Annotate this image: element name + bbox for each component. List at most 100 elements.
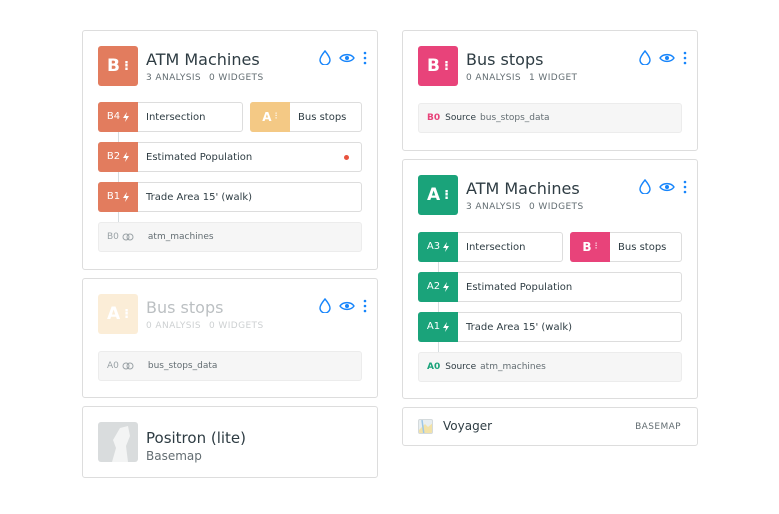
lightning-icon xyxy=(123,191,130,202)
basemap-title[interactable]: Positron (lite) xyxy=(146,429,246,447)
layer-card-bus-stops-left[interactable]: A ⁝ Bus stops 0 ANALYSIS 0 WIDGETS A0 bus_… xyxy=(82,278,378,398)
layer-card-atm-machines-left[interactable]: B ⁝ ATM Machines 3 ANALYSIS 0 WIDGETS B4 I… xyxy=(82,30,378,270)
layer-title[interactable]: Bus stops xyxy=(146,298,223,317)
node-id: A2 xyxy=(426,281,441,292)
source-node[interactable]: A0 Source atm_machines xyxy=(418,352,682,382)
source-id-wrap: B0 xyxy=(107,232,134,242)
analysis-node-estimated-population[interactable]: B2 Estimated Population xyxy=(98,141,362,172)
analysis-node-intersection[interactable]: B4 Intersection xyxy=(98,101,243,132)
layer-title[interactable]: ATM Machines xyxy=(466,179,580,198)
layer-badge[interactable]: A ⁝ xyxy=(98,294,138,334)
analysis-node-ref-bus-stops[interactable]: A ⁝ Bus stops xyxy=(250,101,362,132)
analysis-count: 3 ANALYSIS xyxy=(146,73,202,83)
node-label: Intersection xyxy=(466,241,526,253)
visibility-eye-icon[interactable] xyxy=(339,53,355,63)
layer-letter: B xyxy=(107,56,121,76)
source-id: A0 xyxy=(107,361,119,371)
source-node[interactable]: B0 Source bus_stops_data xyxy=(418,103,682,133)
widgets-count: 1 WIDGET xyxy=(529,73,578,83)
style-drop-icon[interactable] xyxy=(319,298,331,313)
analysis-count: 3 ANALYSIS xyxy=(466,202,522,212)
layer-badge[interactable]: B ⁝ xyxy=(98,46,138,86)
basemap-subtitle: Basemap xyxy=(146,449,202,463)
layer-title[interactable]: ATM Machines xyxy=(146,50,260,69)
analysis-node-intersection[interactable]: A3 Intersection xyxy=(418,231,563,262)
analysis-node-ref-bus-stops[interactable]: B ⁝ Bus stops xyxy=(570,231,682,262)
node-tag: A3 xyxy=(418,231,458,262)
dots-icon: ⁝ xyxy=(274,111,278,122)
source-node[interactable]: A0 bus_stops_data xyxy=(98,351,362,381)
node-label: Bus stops xyxy=(618,241,667,253)
basemap-card-left[interactable]: Positron (lite) Basemap xyxy=(82,406,378,478)
source-keyword: Source xyxy=(445,113,477,123)
visibility-eye-icon[interactable] xyxy=(659,182,675,192)
more-options-icon[interactable] xyxy=(683,51,687,65)
node-tag: B2 xyxy=(98,141,138,172)
layer-card-bus-stops-right[interactable]: B ⁝ Bus stops 0 ANALYSIS 1 WIDGET B0 Sourc… xyxy=(402,30,698,151)
source-name: bus_stops_data xyxy=(480,113,550,123)
analysis-count: 0 ANALYSIS xyxy=(146,321,202,331)
node-id: A3 xyxy=(426,241,441,252)
source-id: A0 xyxy=(427,362,441,372)
style-drop-icon[interactable] xyxy=(639,50,651,65)
dots-icon: ⁝ xyxy=(124,58,129,74)
basemap-title[interactable]: Voyager xyxy=(443,419,492,433)
node-id: B1 xyxy=(106,191,121,202)
node-tag: A ⁝ xyxy=(250,101,290,132)
lightning-icon xyxy=(123,151,130,162)
layer-card-atm-machines-right[interactable]: A ⁝ ATM Machines 3 ANALYSIS 0 WIDGETS A3 I… xyxy=(402,159,698,399)
ref-letter: B xyxy=(582,239,592,254)
source-node[interactable]: B0 atm_machines xyxy=(98,222,362,252)
layer-meta: 0 ANALYSIS 1 WIDGET xyxy=(466,73,577,83)
node-label: Intersection xyxy=(146,111,206,123)
widgets-count: 0 WIDGETS xyxy=(209,321,264,331)
node-label: Estimated Population xyxy=(146,151,253,163)
node-tag: B4 xyxy=(98,101,138,132)
node-label: Estimated Population xyxy=(466,281,573,293)
basemap-thumbnail-icon xyxy=(98,422,138,462)
layer-letter: A xyxy=(106,304,122,324)
more-options-icon[interactable] xyxy=(363,299,367,313)
layer-letter: A xyxy=(426,185,442,205)
lightning-icon xyxy=(443,241,450,252)
dots-icon: ⁝ xyxy=(444,187,450,203)
node-tag: A2 xyxy=(418,271,458,302)
analysis-node-estimated-population[interactable]: A2 Estimated Population xyxy=(418,271,682,302)
visibility-eye-icon[interactable] xyxy=(339,301,355,311)
node-label: Trade Area 15' (walk) xyxy=(466,321,573,333)
lightning-icon xyxy=(443,321,450,332)
node-tag: B ⁝ xyxy=(570,231,610,262)
style-drop-icon[interactable] xyxy=(639,179,651,194)
widgets-count: 0 WIDGETS xyxy=(209,73,264,83)
analysis-node-trade-area[interactable]: B1 Trade Area 15' (walk) xyxy=(98,181,362,212)
source-keyword: Source xyxy=(445,362,477,372)
more-options-icon[interactable] xyxy=(683,180,687,194)
basemap-tag: BASEMAP xyxy=(635,422,681,432)
dots-icon: ⁝ xyxy=(444,58,449,74)
source-id-wrap: A0 xyxy=(107,361,134,371)
analysis-node-trade-area[interactable]: A1 Trade Area 15' (walk) xyxy=(418,311,682,342)
basemap-thumbnail-icon xyxy=(418,419,433,434)
layer-badge[interactable]: A ⁝ xyxy=(418,175,458,215)
widgets-count: 0 WIDGETS xyxy=(529,202,584,212)
node-id: B4 xyxy=(106,111,121,122)
node-id: B2 xyxy=(106,151,121,162)
source-name: atm_machines xyxy=(480,362,546,372)
source-name: atm_machines xyxy=(147,232,214,242)
visibility-eye-icon[interactable] xyxy=(659,53,675,63)
lightning-icon xyxy=(123,111,130,122)
source-id: B0 xyxy=(427,113,441,123)
error-indicator xyxy=(344,155,349,160)
more-options-icon[interactable] xyxy=(363,51,367,65)
lightning-icon xyxy=(443,281,450,292)
source-link-icon xyxy=(122,233,134,241)
layer-title[interactable]: Bus stops xyxy=(466,50,543,69)
source-name: bus_stops_data xyxy=(147,361,218,371)
basemap-card-right[interactable]: Voyager BASEMAP xyxy=(402,407,698,446)
layer-meta: 3 ANALYSIS 0 WIDGETS xyxy=(466,202,584,212)
layer-meta: 3 ANALYSIS 0 WIDGETS xyxy=(146,73,264,83)
style-drop-icon[interactable] xyxy=(319,50,331,65)
layer-meta: 0 ANALYSIS 0 WIDGETS xyxy=(146,321,264,331)
dots-icon: ⁝ xyxy=(124,306,130,322)
layer-badge[interactable]: B ⁝ xyxy=(418,46,458,86)
